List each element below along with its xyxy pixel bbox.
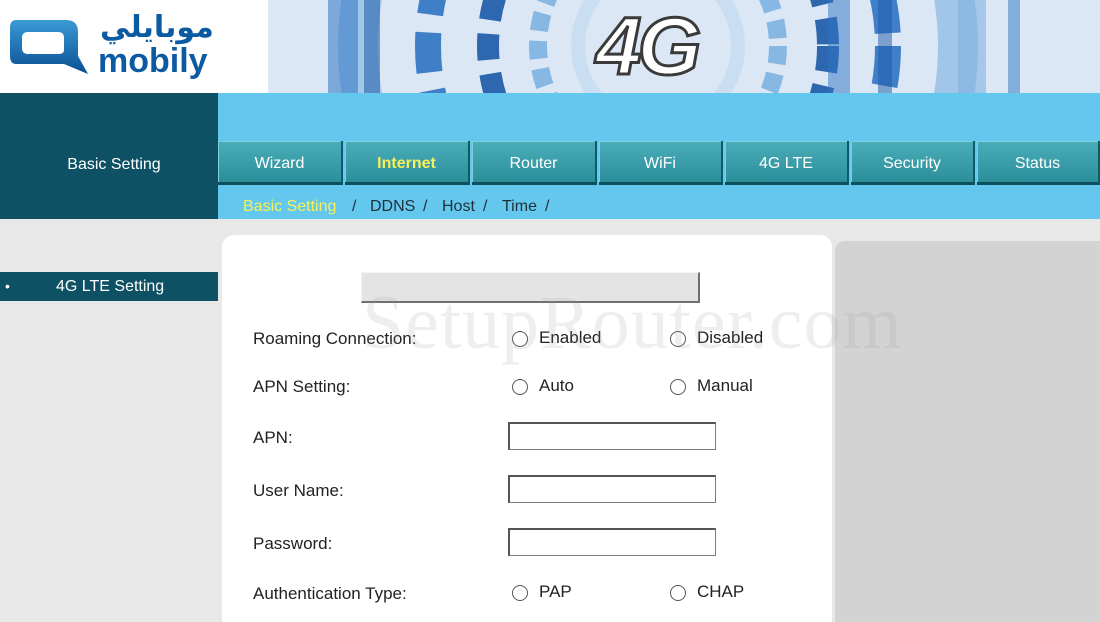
- apn-input[interactable]: [508, 422, 716, 450]
- user-name-input[interactable]: [508, 475, 716, 503]
- radio-label: CHAP: [697, 582, 745, 601]
- radio-label: Manual: [697, 376, 753, 395]
- subnav-separator: /: [545, 198, 550, 215]
- password-input[interactable]: [508, 528, 716, 556]
- radio-label: PAP: [539, 582, 572, 601]
- header-banner: موبايلي mobily 4G: [0, 0, 1100, 93]
- radio-circle: [512, 585, 528, 601]
- logo-latin-text: mobily: [98, 42, 208, 80]
- sub-navigation: Basic Setting / DDNS / Host / Time /: [218, 188, 1100, 219]
- sidebar-section-title: Basic Setting: [67, 156, 161, 173]
- user-name-label: User Name:: [253, 481, 344, 500]
- radio-label: Auto: [539, 376, 574, 395]
- apn-setting-label: APN Setting:: [253, 377, 351, 396]
- tab-internet[interactable]: Internet: [345, 141, 470, 185]
- logo-arabic-text: موبايلي: [100, 10, 214, 45]
- subnav-separator: /: [352, 198, 357, 215]
- subnav-separator: /: [423, 198, 428, 215]
- status-bar: [361, 272, 700, 303]
- subnav-host[interactable]: Host: [442, 198, 475, 216]
- bullet-icon: •: [5, 278, 10, 294]
- tab-4g-lte[interactable]: 4G LTE: [725, 141, 849, 185]
- subnav-ddns[interactable]: DDNS: [370, 198, 415, 216]
- radio-circle: [670, 585, 686, 601]
- subnav-basic-setting[interactable]: Basic Setting: [243, 198, 336, 216]
- radio-label: Disabled: [697, 328, 764, 347]
- password-label: Password:: [253, 534, 333, 553]
- radio-circle: [512, 379, 528, 395]
- tab-security[interactable]: Security: [851, 141, 975, 185]
- right-side-panel: [835, 241, 1100, 622]
- router-admin-page: موبايلي mobily 4G Basic Setting • 4G LTE: [0, 0, 1100, 622]
- radio-circle: [670, 331, 686, 347]
- tab-wifi[interactable]: WiFi: [599, 141, 723, 185]
- subnav-time[interactable]: Time: [502, 198, 537, 216]
- roaming-connection-label: Roaming Connection:: [253, 329, 417, 348]
- sidebar-item-4g-lte-setting[interactable]: • 4G LTE Setting: [0, 272, 218, 301]
- apn-label: APN:: [253, 428, 293, 447]
- tab-status[interactable]: Status: [977, 141, 1100, 185]
- tab-wizard[interactable]: Wizard: [218, 141, 343, 185]
- 4g-banner-text: 4G: [594, 0, 702, 93]
- mobily-logo: موبايلي mobily: [8, 10, 213, 84]
- sidebar-item-label: 4G LTE Setting: [56, 278, 165, 295]
- subnav-separator: /: [483, 198, 488, 215]
- radio-circle: [670, 379, 686, 395]
- authentication-type-label: Authentication Type:: [253, 584, 407, 603]
- radio-circle: [512, 331, 528, 347]
- mobily-logo-icon: [10, 20, 88, 74]
- tab-router[interactable]: Router: [472, 141, 597, 185]
- radio-label: Enabled: [539, 328, 602, 347]
